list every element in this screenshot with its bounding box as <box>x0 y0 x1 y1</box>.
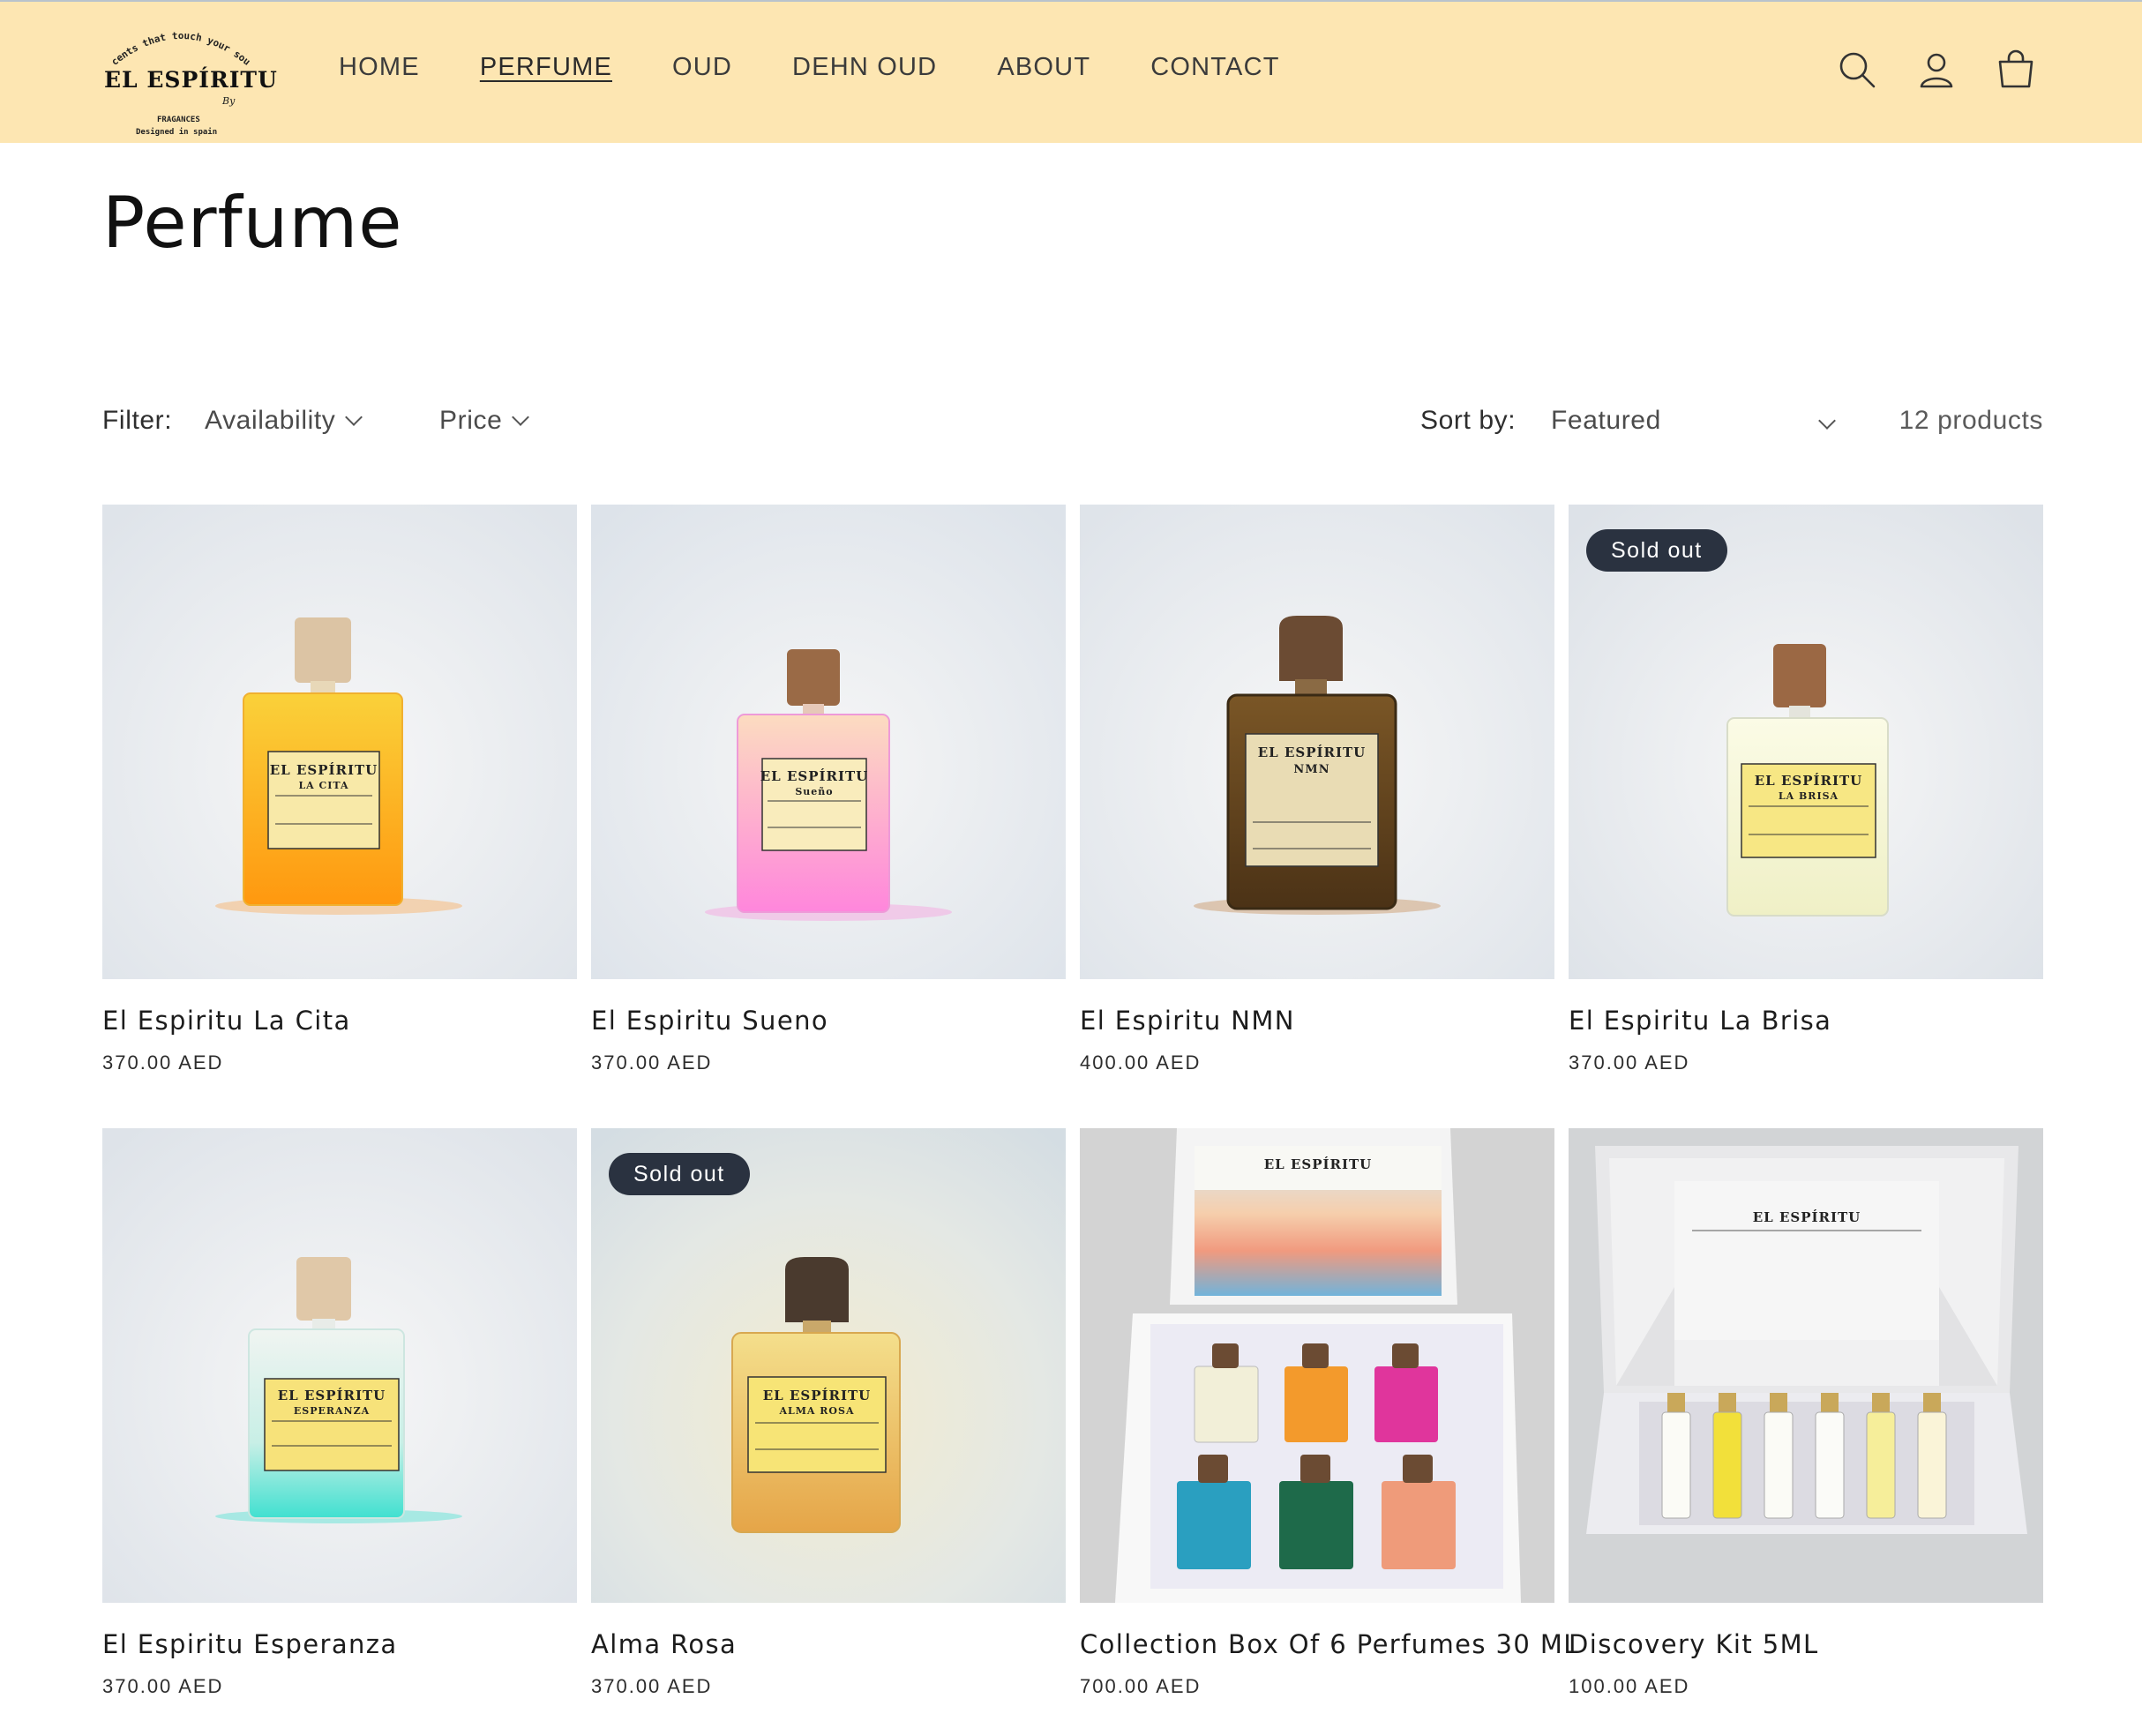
sold-out-badge: Sold out <box>609 1153 750 1195</box>
logo-designed-text: Designed in spain <box>136 128 218 137</box>
product-label-sub: LA CITA <box>298 780 348 791</box>
product-label-title: EL ESPÍRITU <box>1753 1209 1861 1225</box>
product-card[interactable]: EL ESPÍRITU NMN El Espiritu NMN 400.00 A… <box>1080 505 1554 1074</box>
header-icons <box>1837 49 2036 90</box>
product-label-sub: ESPERANZA <box>294 1405 370 1417</box>
product-name[interactable]: Collection Box Of 6 Perfumes 30 ML <box>1080 1629 1579 1659</box>
product-name[interactable]: El Espiritu Esperanza <box>102 1629 398 1659</box>
product-card[interactable]: EL ESPÍRITU Discovery Kit 5ML 100.00 AED <box>1569 1128 2043 1697</box>
product-price: 370.00 AED <box>591 1675 713 1697</box>
nav-oud[interactable]: OUD <box>672 53 732 82</box>
availability-filter-label: Availability <box>205 406 336 435</box>
sold-out-badge: Sold out <box>1586 529 1727 572</box>
product-card[interactable]: EL ESPÍRITU Collection Box Of 6 Perfumes… <box>1080 1128 1577 1697</box>
product-label-sub: LA BRISA <box>1779 790 1839 802</box>
product-count: 12 products <box>1899 406 2043 435</box>
product-price: 370.00 AED <box>102 1051 224 1074</box>
product-label-title: EL ESPÍRITU <box>1258 745 1367 760</box>
product-image[interactable]: EL ESPÍRITU <box>1080 1128 1554 1603</box>
nav-home[interactable]: HOME <box>339 53 420 82</box>
product-label-title: EL ESPÍRITU <box>278 1388 386 1403</box>
product-name[interactable]: Alma Rosa <box>591 1629 737 1659</box>
sort-label: Sort by: <box>1420 406 1517 435</box>
product-image[interactable]: EL ESPÍRITU LA BRISA Sold out <box>1569 505 2043 979</box>
availability-filter[interactable]: Availability <box>205 406 363 436</box>
product-price: 100.00 AED <box>1569 1675 1690 1697</box>
product-card[interactable]: EL ESPÍRITU ALMA ROSA Sold out Alma Rosa… <box>591 1128 1066 1697</box>
chevron-down-icon <box>1818 412 1836 430</box>
product-image[interactable]: EL ESPÍRITU ESPERANZA <box>102 1128 577 1603</box>
product-card[interactable]: EL ESPÍRITU LA CITA El Espiritu La Cita … <box>102 505 577 1074</box>
product-card[interactable]: EL ESPÍRITU LA BRISA Sold out El Espirit… <box>1569 505 2043 1074</box>
product-label-title: EL ESPÍRITU <box>1264 1156 1373 1172</box>
logo-by-text: By <box>222 95 236 107</box>
svg-text:"Scents that touch your soul": "Scents that touch your soul" <box>97 16 252 68</box>
product-label-title: EL ESPÍRITU <box>760 768 869 784</box>
product-price: 700.00 AED <box>1080 1675 1202 1697</box>
product-label-sub: Sueño <box>795 786 833 797</box>
product-label-title: EL ESPÍRITU <box>763 1388 872 1403</box>
product-card[interactable]: EL ESPÍRITU ESPERANZA El Espiritu Espera… <box>102 1128 577 1697</box>
product-label-title: EL ESPÍRITU <box>1755 773 1863 789</box>
site-header: "Scents that touch your soul" EL ESPÍRIT… <box>0 0 2142 143</box>
chevron-down-icon <box>512 408 530 426</box>
logo-fragrances-text: FRAGANCES <box>157 116 200 124</box>
nav-contact[interactable]: CONTACT <box>1150 53 1279 82</box>
filter-bar: Filter: Availability Price Sort by: Feat… <box>102 406 2043 441</box>
nav-perfume[interactable]: PERFUME <box>480 53 612 82</box>
product-price: 370.00 AED <box>102 1675 224 1697</box>
account-icon[interactable] <box>1916 49 1957 90</box>
product-price: 400.00 AED <box>1080 1051 1202 1074</box>
product-image[interactable]: EL ESPÍRITU Sueño <box>591 505 1066 979</box>
product-price: 370.00 AED <box>591 1051 713 1074</box>
product-label-sub: ALMA ROSA <box>778 1405 854 1417</box>
nav-about[interactable]: ABOUT <box>997 53 1090 82</box>
search-icon[interactable] <box>1837 49 1877 90</box>
sort-select[interactable]: Featured <box>1551 406 1836 436</box>
main-nav: HOME PERFUME OUD DEHN OUD ABOUT CONTACT <box>339 53 1340 82</box>
price-filter[interactable]: Price <box>439 406 530 436</box>
nav-dehn-oud[interactable]: DEHN OUD <box>792 53 937 82</box>
logo-brand-text: EL ESPÍRITU <box>104 67 278 93</box>
product-label-sub: NMN <box>1293 763 1329 776</box>
chevron-down-icon <box>345 408 363 426</box>
cart-icon[interactable] <box>1996 49 2036 90</box>
product-name[interactable]: El Espiritu NMN <box>1080 1006 1295 1036</box>
product-label-title: EL ESPÍRITU <box>270 762 378 778</box>
filter-label: Filter: <box>102 406 173 435</box>
brand-logo[interactable]: "Scents that touch your soul" EL ESPÍRIT… <box>97 16 277 137</box>
product-image[interactable]: EL ESPÍRITU NMN <box>1080 505 1554 979</box>
product-image[interactable]: EL ESPÍRITU ALMA ROSA Sold out <box>591 1128 1066 1603</box>
product-name[interactable]: Discovery Kit 5ML <box>1569 1629 1819 1659</box>
product-name[interactable]: El Espiritu La Brisa <box>1569 1006 1831 1036</box>
product-image[interactable]: EL ESPÍRITU <box>1569 1128 2043 1603</box>
product-card[interactable]: EL ESPÍRITU Sueño El Espiritu Sueno 370.… <box>591 505 1066 1074</box>
product-price: 370.00 AED <box>1569 1051 1690 1074</box>
logo-tagline-arc: "Scents that touch your soul" <box>97 16 252 68</box>
price-filter-label: Price <box>439 406 503 435</box>
sort-value: Featured <box>1551 406 1661 435</box>
product-name[interactable]: El Espiritu Sueno <box>591 1006 828 1036</box>
product-name[interactable]: El Espiritu La Cita <box>102 1006 351 1036</box>
product-image[interactable]: EL ESPÍRITU LA CITA <box>102 505 577 979</box>
page-title: Perfume <box>102 182 403 264</box>
